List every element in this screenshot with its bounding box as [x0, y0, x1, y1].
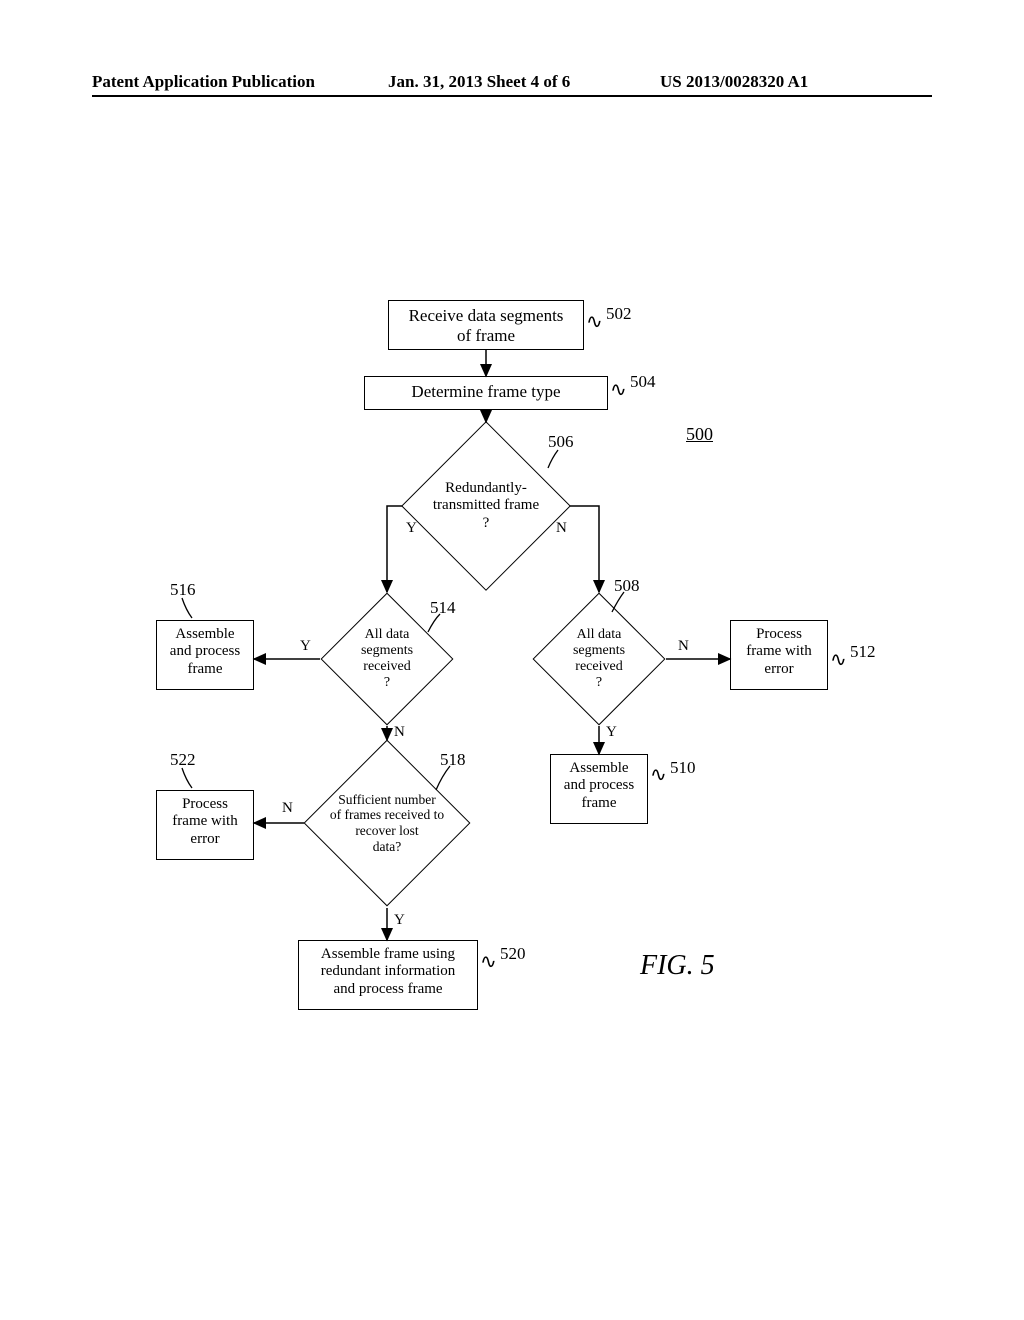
ref-connector-512: ∿ [830, 650, 847, 670]
step-512-text: Process frame with error [730, 626, 828, 678]
header-right: US 2013/0028320 A1 [660, 72, 808, 92]
label-518-N: N [282, 800, 293, 817]
label-518-Y: Y [394, 912, 405, 929]
decision-508-text: All data segments received ? [553, 613, 645, 705]
ref-502: 502 [606, 304, 632, 324]
ref-506-label: 506 [548, 432, 574, 452]
decision-514-text: All data segments received ? [341, 613, 433, 705]
ref-connector-504: ∿ [610, 380, 627, 400]
label-508-Y: Y [606, 724, 617, 741]
header-rule [92, 95, 932, 97]
ref-516-label: 516 [170, 580, 196, 600]
ref-510-label: 510 [670, 758, 696, 778]
page: Patent Application Publication Jan. 31, … [0, 0, 1024, 1320]
ref-connector-502: ∿ [586, 312, 603, 332]
ref-508-label: 508 [614, 576, 640, 596]
label-506-N: N [556, 520, 567, 537]
label-514-N: N [394, 724, 405, 741]
label-514-Y: Y [300, 638, 311, 655]
step-510-text: Assemble and process frame [550, 760, 648, 812]
step-520-text: Assemble frame using redundant informati… [298, 946, 478, 998]
figure-label: FIG. 5 [640, 950, 715, 982]
decision-506-text: Redundantly- transmitted frame ? [427, 447, 545, 565]
ref-512-label: 512 [850, 642, 876, 662]
header-left: Patent Application Publication [92, 72, 315, 92]
label-508-N: N [678, 638, 689, 655]
ref-522-label: 522 [170, 750, 196, 770]
step-516-text: Assemble and process frame [156, 626, 254, 678]
diagram-ref-500: 500 [686, 424, 713, 445]
label-506-Y: Y [406, 520, 417, 537]
step-502-text: Receive data segments of frame [388, 306, 584, 345]
ref-connector-510: ∿ [650, 765, 667, 785]
ref-504: 504 [630, 372, 656, 392]
step-522-text: Process frame with error [156, 796, 254, 848]
decision-508: All data segments received ? [533, 593, 666, 726]
decision-506: Redundantly- transmitted frame ? [401, 421, 571, 591]
ref-514-label: 514 [430, 598, 456, 618]
decision-518-text: Sufficient number of frames received to … [329, 765, 445, 881]
ref-connector-520: ∿ [480, 952, 497, 972]
header-center: Jan. 31, 2013 Sheet 4 of 6 [388, 72, 570, 92]
ref-518-label: 518 [440, 750, 466, 770]
ref-520-label: 520 [500, 944, 526, 964]
step-504-text: Determine frame type [364, 382, 608, 402]
